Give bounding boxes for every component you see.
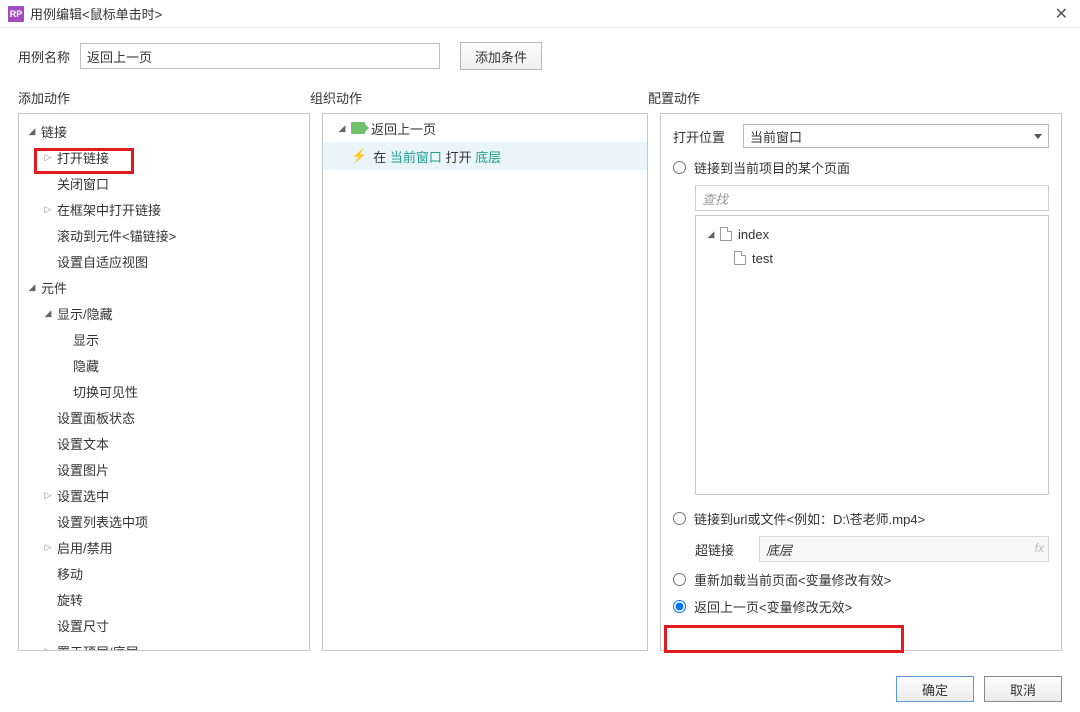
tree-item-hide[interactable]: 隐藏 [19,352,309,378]
radio-back-label: 返回上一页<变量修改无效> [694,597,852,616]
configure-actions-panel: 打开位置 当前窗口 链接到当前项目的某个页面 查找 ◢ index test 链… [660,113,1062,651]
search-placeholder: 查找 [702,189,728,208]
chevron-down-icon: ◢ [704,229,718,240]
section-configure-actions-label: 配置动作 [648,88,700,107]
case-name-row: 用例名称 添加条件 [0,28,1080,78]
case-name-input[interactable] [80,43,440,69]
org-case-row[interactable]: ◢ 返回上一页 [323,114,647,142]
tree-item-scroll-anchor[interactable]: 滚动到元件<锚链接> [19,222,309,248]
section-organize-actions-label: 组织动作 [310,88,648,107]
page-row-index[interactable]: ◢ index [700,222,1044,246]
radio-link-page-input[interactable] [673,161,686,174]
open-location-select[interactable]: 当前窗口 [743,124,1049,148]
radio-link-page[interactable]: 链接到当前项目的某个页面 [673,158,1049,177]
tree-item-set-selected[interactable]: 设置选中 [19,482,309,508]
radio-reload[interactable]: 重新加载当前页面<变量修改有效> [673,570,1049,589]
open-location-row: 打开位置 当前窗口 [673,124,1049,148]
radio-reload-label: 重新加载当前页面<变量修改有效> [694,570,891,589]
section-headers: 添加动作 组织动作 配置动作 [0,78,1080,113]
hyperlink-label: 超链接 [695,540,759,559]
hyperlink-input[interactable]: 底层 fx [759,536,1049,562]
org-action-row[interactable]: ⚡ 在 当前窗口 打开 底层 [323,142,647,170]
tree-group-showhide[interactable]: 显示/隐藏 [19,300,309,326]
organize-actions-panel: ◢ 返回上一页 ⚡ 在 当前窗口 打开 底层 [322,113,648,651]
page-name-test: test [752,251,773,266]
add-actions-panel: 链接 打开链接 关闭窗口 在框架中打开链接 滚动到元件<锚链接> 设置自适应视图… [18,113,310,651]
actions-tree[interactable]: 链接 打开链接 关闭窗口 在框架中打开链接 滚动到元件<锚链接> 设置自适应视图… [19,114,309,650]
add-condition-button[interactable]: 添加条件 [460,42,542,70]
tree-item-set-list-selected[interactable]: 设置列表选中项 [19,508,309,534]
tree-group-widget[interactable]: 元件 [19,274,309,300]
radio-link-url-label: 链接到url或文件<例如：D:\苍老师.mp4> [694,509,925,528]
tree-item-set-adaptive[interactable]: 设置自适应视图 [19,248,309,274]
close-icon[interactable]: ✕ [1051,4,1072,24]
ok-button[interactable]: 确定 [896,676,974,702]
tree-item-move[interactable]: 移动 [19,560,309,586]
radio-reload-input[interactable] [673,573,686,586]
radio-link-url[interactable]: 链接到url或文件<例如：D:\苍老师.mp4> [673,509,1049,528]
hyperlink-row: 超链接 底层 fx [673,536,1049,562]
dialog-footer: 确定 取消 [896,676,1062,702]
tree-group-link[interactable]: 链接 [19,118,309,144]
radio-link-url-input[interactable] [673,512,686,525]
tree-item-open-in-frame[interactable]: 在框架中打开链接 [19,196,309,222]
section-add-actions-label: 添加动作 [18,88,310,107]
case-name-label: 用例名称 [18,47,70,66]
radio-back-input[interactable] [673,600,686,613]
app-logo-icon: RP [8,6,24,22]
fx-icon[interactable]: fx [1035,541,1044,555]
tree-item-close-window[interactable]: 关闭窗口 [19,170,309,196]
org-action-text: 在 当前窗口 打开 底层 [373,147,501,166]
title-bar: RP 用例编辑<鼠标单击时> ✕ [0,0,1080,28]
tree-item-bring-order[interactable]: 置于顶层/底层 [19,638,309,650]
case-icon [351,122,365,134]
org-case-name: 返回上一页 [371,119,436,138]
tree-item-set-image[interactable]: 设置图片 [19,456,309,482]
pages-tree[interactable]: ◢ index test [695,215,1049,495]
open-location-label: 打开位置 [673,127,743,146]
chevron-down-icon: ◢ [335,123,349,134]
radio-back[interactable]: 返回上一页<变量修改无效> [673,597,1049,616]
tree-item-set-size[interactable]: 设置尺寸 [19,612,309,638]
page-name-index: index [738,227,769,242]
page-row-test[interactable]: test [700,246,1044,270]
tree-item-open-link[interactable]: 打开链接 [19,144,309,170]
tree-item-panel-state[interactable]: 设置面板状态 [19,404,309,430]
bolt-icon: ⚡ [351,148,367,164]
window-title: 用例编辑<鼠标单击时> [30,4,1051,23]
cancel-button[interactable]: 取消 [984,676,1062,702]
radio-link-page-label: 链接到当前项目的某个页面 [694,158,850,177]
tree-item-show[interactable]: 显示 [19,326,309,352]
tree-item-toggle-visibility[interactable]: 切换可见性 [19,378,309,404]
tree-item-rotate[interactable]: 旋转 [19,586,309,612]
page-icon [720,227,732,241]
page-search-input[interactable]: 查找 [695,185,1049,211]
tree-item-set-text[interactable]: 设置文本 [19,430,309,456]
page-icon [734,251,746,265]
tree-item-enable-disable[interactable]: 启用/禁用 [19,534,309,560]
